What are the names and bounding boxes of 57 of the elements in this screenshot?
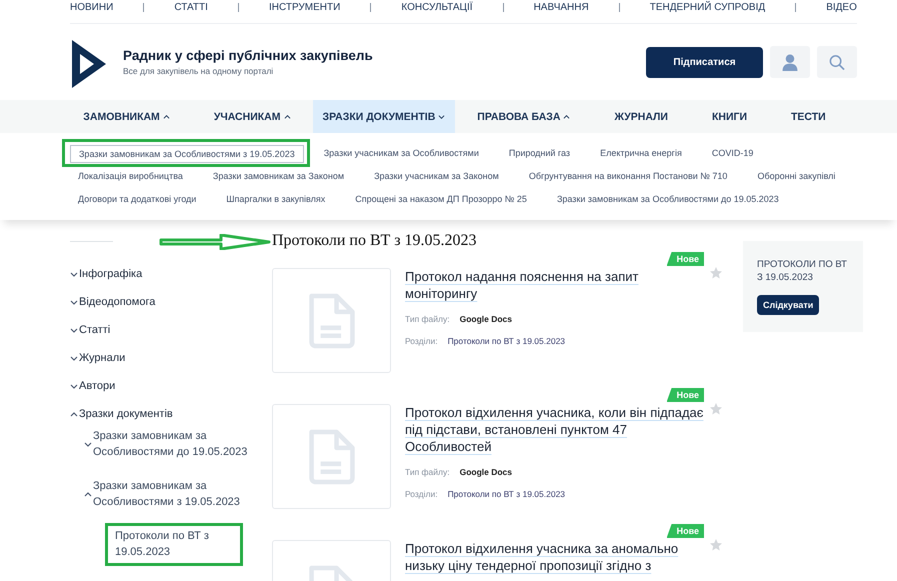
document-title-link[interactable]: Протокол відхилення учасника за аномально низьку ціну тендерної пропозиції згідно з <box>405 540 705 574</box>
top-nav-link[interactable]: ВІДЕО <box>826 2 857 12</box>
new-badge: Нове <box>666 524 704 538</box>
sidebar-link[interactable]: Протоколи по ВТ з 19.05.2023 <box>115 528 235 560</box>
top-nav-link[interactable]: ТЕНДЕРНИЙ СУПРОВІД <box>650 2 766 12</box>
sidebar-link[interactable]: Інфографіка <box>79 268 142 280</box>
page-title: Протоколи по ВТ з 19.05.2023 <box>272 232 478 250</box>
meta-label: Тип файлу: <box>405 467 450 477</box>
section-link[interactable]: Протоколи по ВТ з 19.05.2023 <box>448 489 566 499</box>
category-link[interactable]: Зразки учасникам за Особливостями <box>316 144 487 160</box>
sidebar-link[interactable]: Статті <box>79 324 110 336</box>
main-nav-tab[interactable]: КНИГИ <box>690 100 769 133</box>
document-title-link[interactable]: Протокол відхилення учасника, коли він підпадає під підстави, встановлені пунктом 47 Особливостей <box>405 404 705 455</box>
follow-title: ПРОТОКОЛИ ПО ВТ З 19.05.2023 <box>757 258 848 284</box>
sidebar-link[interactable]: Зразки документів <box>79 408 173 420</box>
category-link[interactable]: Природний газ <box>500 144 578 160</box>
new-badge: Нове <box>666 388 704 402</box>
category-link[interactable]: Спрощені за наказом ДП Прозорро № 25 <box>347 190 535 206</box>
category-link[interactable]: Зразки замовникам за Особливостями до 19.05.2023 <box>548 190 787 206</box>
top-nav-link[interactable]: НОВИНИ <box>70 2 114 12</box>
sidebar-link[interactable]: Зразки замовникам за Особливостями з 19.05.2023 <box>93 478 253 510</box>
category-link[interactable]: Зразки замовникам за Законом <box>204 168 352 184</box>
category-link[interactable]: Оборонні закупівлі <box>749 168 844 184</box>
category-link[interactable]: Електрична енергія <box>592 144 690 160</box>
category-link[interactable]: Обгрунтування на виконання Постанови № 710 <box>520 168 736 184</box>
section-link[interactable]: Протоколи по ВТ з 19.05.2023 <box>448 336 566 346</box>
document-title-link[interactable]: Протокол надання пояснення на запит моніторингу <box>405 268 705 302</box>
new-badge: Нове <box>666 252 704 266</box>
subscribe-button[interactable]: Підписатися <box>646 46 763 78</box>
sidebar-link[interactable]: Автори <box>79 380 116 392</box>
top-nav-link[interactable]: ІНСТРУМЕНТИ <box>268 2 340 12</box>
main-nav-tab[interactable]: ЗАМОВНИКАМ <box>61 100 192 133</box>
sidebar-link[interactable]: Зразки замовникам за Особливостями до 19.05.2023 <box>93 428 253 460</box>
top-nav-link[interactable]: СТАТТІ <box>174 2 208 12</box>
site-subtitle: Все для закупівель на одному порталі <box>123 66 274 76</box>
category-link[interactable]: Зразки учасникам за Законом <box>366 168 507 184</box>
file-type: Google Docs <box>460 467 512 477</box>
meta-label: Розділи: <box>405 489 438 499</box>
site-title: Радник у сфері публічних закупівель <box>123 48 373 63</box>
category-link[interactable]: Шпаргалки в закупівлях <box>218 190 334 206</box>
top-nav-link[interactable]: НАВЧАННЯ <box>534 2 589 12</box>
category-link[interactable]: COVID-19 <box>704 144 762 160</box>
sidebar-link[interactable]: Відеодопомога <box>79 296 156 308</box>
main-nav-tab[interactable]: ТЕСТИ <box>769 100 848 133</box>
category-link[interactable]: Зразки замовникам за Особливостями з 19.05.2023 <box>70 144 304 162</box>
sidebar-link[interactable]: Журнали <box>79 352 126 364</box>
meta-label: Тип файлу: <box>405 314 450 324</box>
file-type: Google Docs <box>460 314 512 324</box>
main-nav-tab[interactable]: ЗРАЗКИ ДОКУМЕНТІВ <box>312 100 456 133</box>
top-nav-link[interactable]: КОНСУЛЬТАЦІЇ <box>401 2 473 12</box>
meta-label: Розділи: <box>405 336 438 346</box>
main-nav-tab[interactable]: ЖУРНАЛИ <box>592 100 690 133</box>
main-nav-tab[interactable]: УЧАСНИКАМ <box>192 100 312 133</box>
follow-button[interactable]: Слідкувати <box>757 295 820 315</box>
category-link[interactable]: Локалізація виробництва <box>70 168 191 184</box>
category-link[interactable]: Договори та додаткові угоди <box>70 190 204 206</box>
main-nav-tab[interactable]: ПРАВОВА БАЗА <box>455 100 592 133</box>
